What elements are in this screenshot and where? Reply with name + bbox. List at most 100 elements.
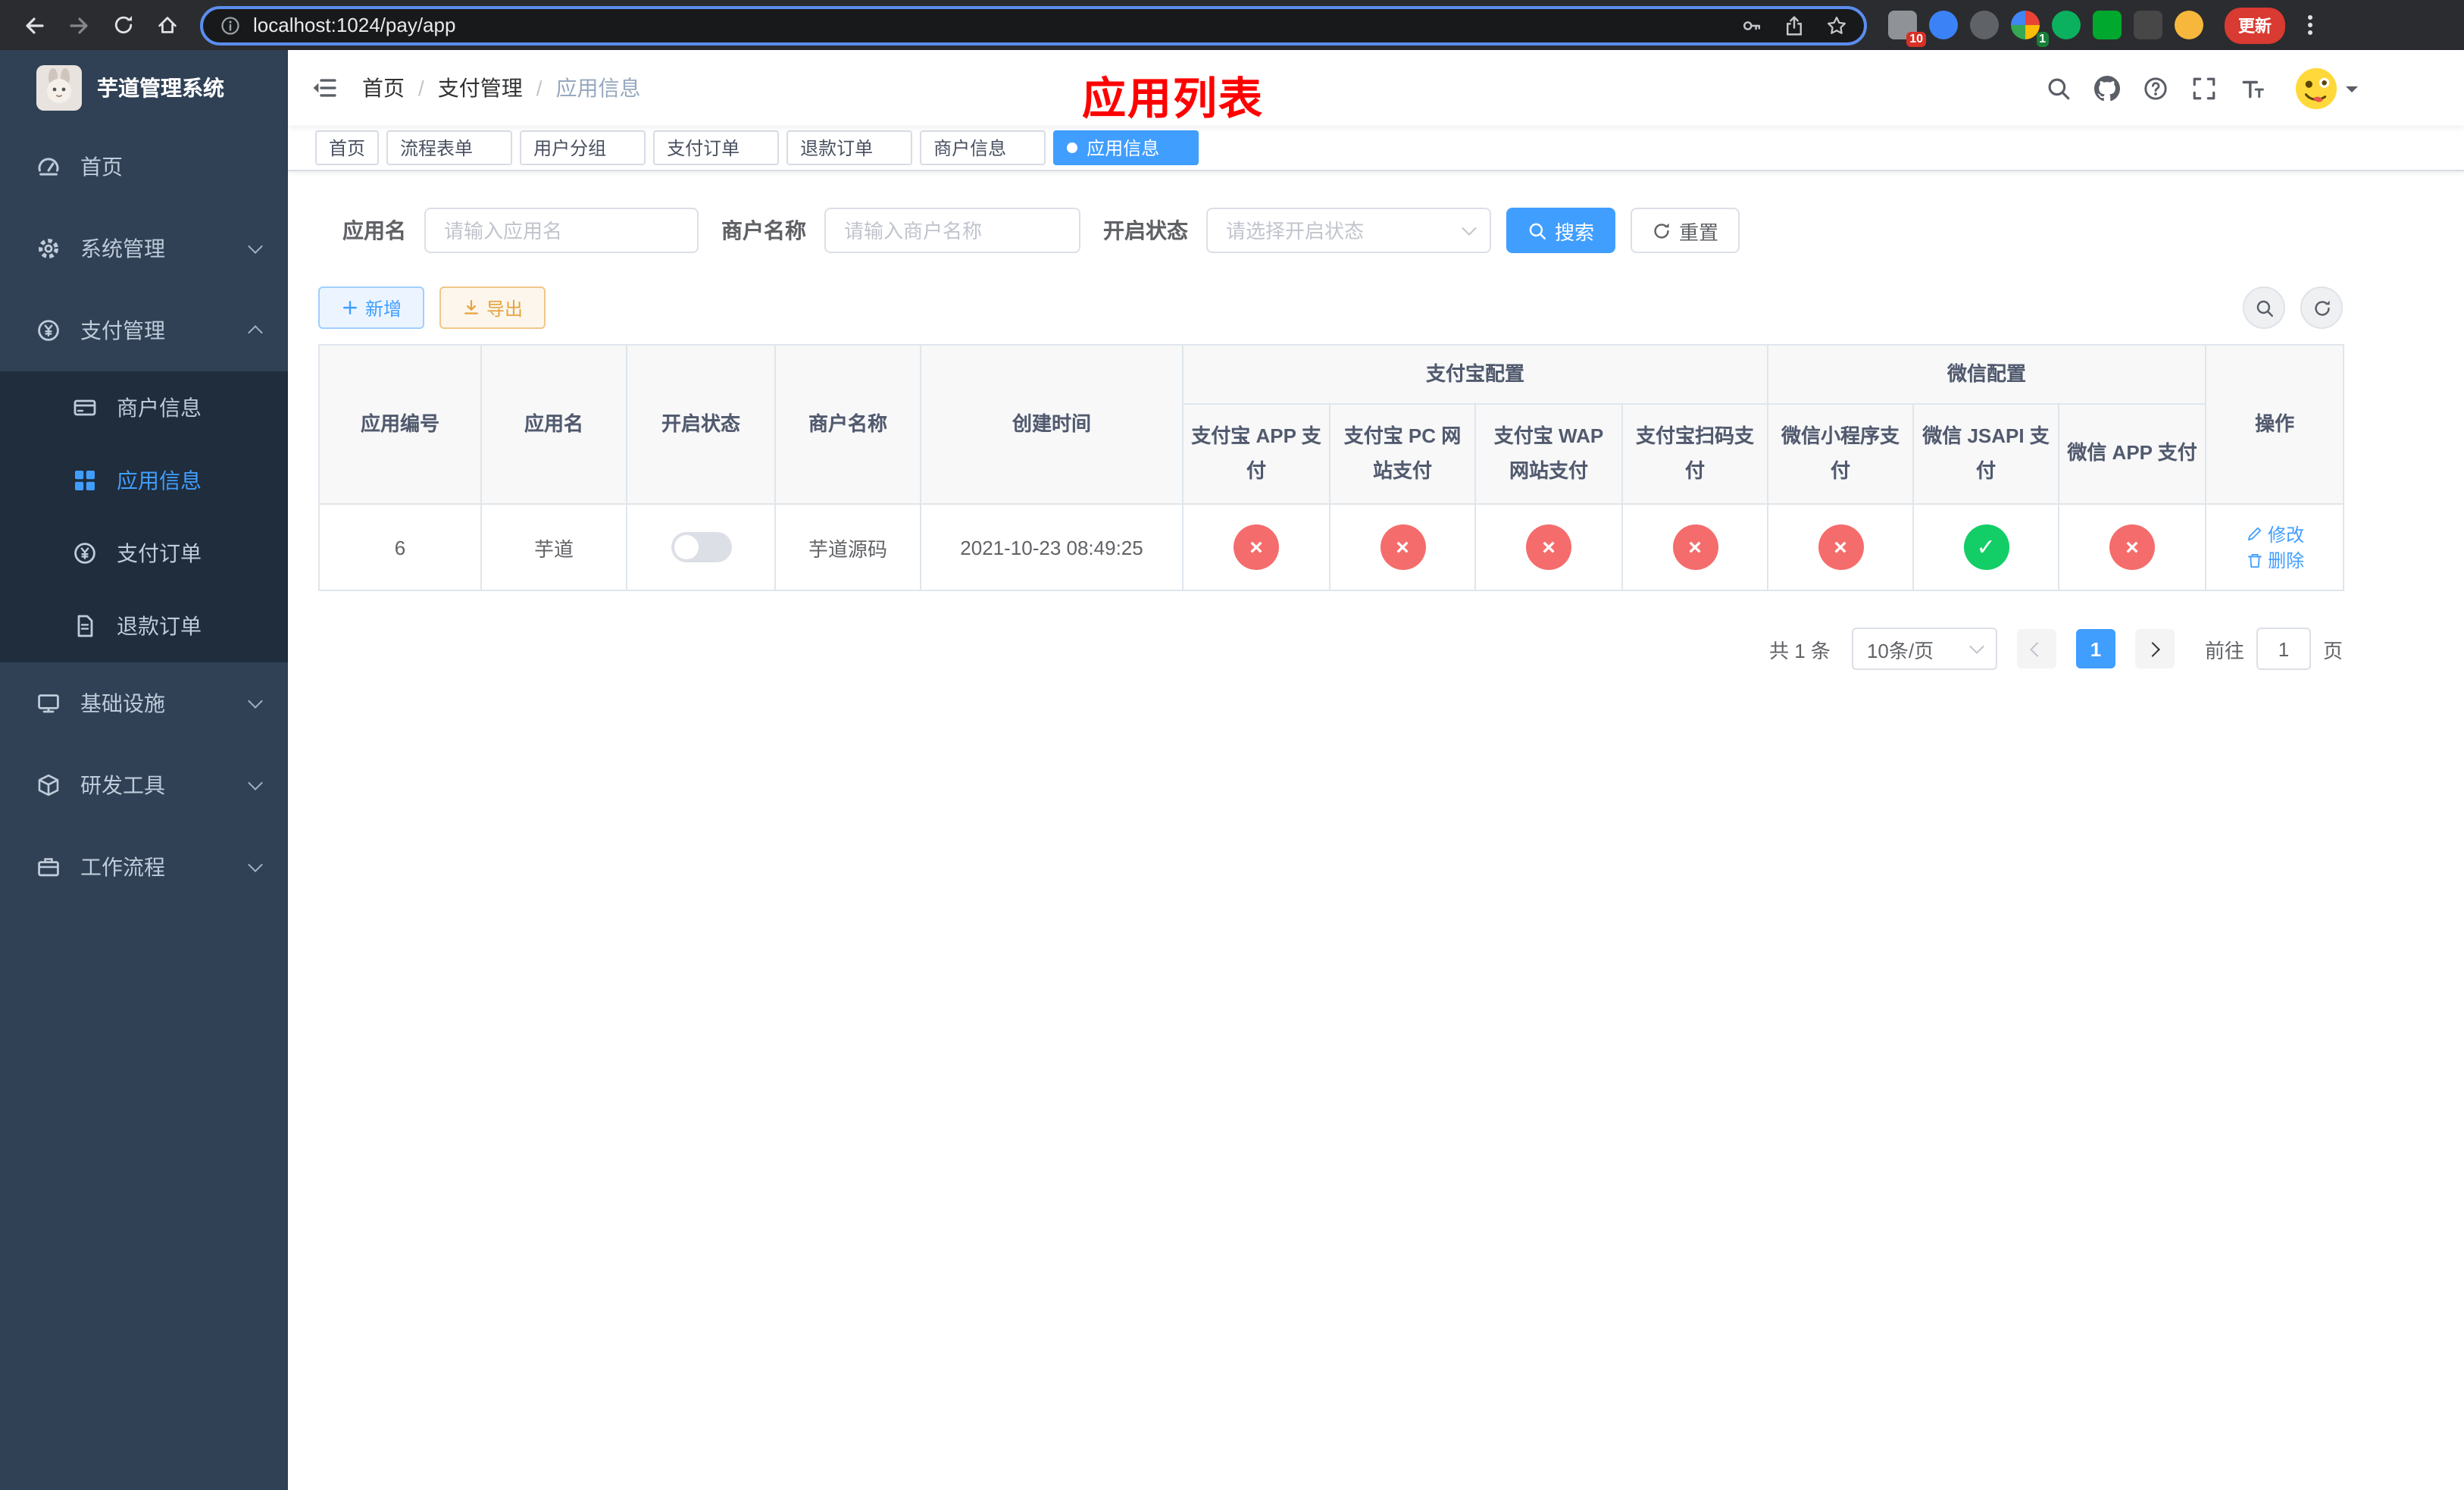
cell-app-name: 芋道 [480, 503, 627, 591]
browser-profile-avatar[interactable] [2175, 11, 2203, 39]
tab-pay-order[interactable]: 支付订单 [653, 130, 780, 165]
tab-user-group[interactable]: 用户分组 [520, 130, 646, 165]
add-button[interactable]: 新增 [318, 286, 425, 329]
password-key-icon[interactable] [1741, 14, 1762, 36]
extension-icon[interactable] [2134, 11, 2162, 39]
url-text: localhost:1024/pay/app [253, 14, 456, 36]
page-size-select[interactable]: 10条/页 [1851, 628, 1997, 670]
tab-close-icon[interactable] [1012, 138, 1032, 158]
browser-reload-button[interactable] [103, 5, 142, 45]
next-page-button[interactable] [2134, 629, 2175, 668]
app-name-field-group: 应用名 [342, 208, 699, 253]
sidebar-item-pay-order[interactable]: 支付订单 [0, 517, 288, 590]
extension-icon[interactable] [1929, 11, 1958, 39]
browser-home-button[interactable] [147, 5, 186, 45]
sidebar-logo[interactable]: 芋道管理系统 [0, 50, 288, 126]
extension-icon[interactable] [2093, 11, 2122, 39]
font-size-button[interactable] [2240, 75, 2265, 101]
cell-wx-mini: × [1767, 503, 1915, 591]
sidebar-item-system[interactable]: 系统管理 [0, 208, 288, 290]
goto-page-input[interactable] [2256, 628, 2311, 670]
bookmark-star-icon[interactable] [1826, 14, 1847, 36]
sidebar-item-home[interactable]: 首页 [0, 126, 288, 208]
table-toolbar: 新增 导出 [318, 286, 2343, 329]
github-link[interactable] [2094, 75, 2120, 101]
sidebar-item-app-info[interactable]: 应用信息 [0, 444, 288, 517]
export-button[interactable]: 导出 [439, 286, 546, 329]
user-avatar-menu[interactable] [2294, 66, 2358, 110]
extension-icon[interactable]: 10 [1888, 11, 1926, 47]
refresh-table-button[interactable] [2300, 286, 2343, 329]
help-button[interactable] [2143, 75, 2169, 101]
col-app-id: 应用编号 [318, 344, 482, 505]
sidebar-item-label: 支付管理 [80, 318, 165, 343]
tab-label: 退款订单 [800, 138, 874, 159]
tags-view-bar: 首页 流程表单 用户分组 支付订单 退款订单 商户信息 应用信息 [288, 126, 2464, 171]
tab-home[interactable]: 首页 [315, 130, 380, 165]
tab-close-icon[interactable] [1165, 138, 1185, 158]
tab-close-icon[interactable] [612, 138, 632, 158]
browser-update-button[interactable]: 更新 [2225, 7, 2285, 43]
document-icon [73, 614, 97, 638]
sidebar-item-payment[interactable]: 支付管理 [0, 290, 288, 371]
prev-page-button[interactable] [2016, 629, 2056, 668]
tab-label: 首页 [329, 138, 366, 159]
sidebar-item-devtools[interactable]: 研发工具 [0, 744, 288, 826]
delete-link[interactable]: 删除 [2245, 547, 2304, 573]
table-toolbar-right [2243, 286, 2343, 329]
edit-label: 修改 [2268, 524, 2305, 545]
fullscreen-button[interactable] [2191, 75, 2217, 101]
tab-label: 用户分组 [533, 138, 607, 159]
gear-icon [36, 236, 61, 261]
briefcase-icon [36, 855, 61, 879]
total-count: 共 1 条 [1769, 639, 1831, 662]
export-button-label: 导出 [486, 298, 524, 319]
sidebar-fold-button[interactable] [311, 74, 338, 102]
chevron-down-icon [248, 775, 263, 790]
share-icon[interactable] [1784, 14, 1805, 36]
status-toggle[interactable] [671, 532, 731, 562]
tab-app-info[interactable]: 应用信息 [1053, 130, 1199, 165]
tab-close-icon[interactable] [479, 138, 499, 158]
browser-forward-button[interactable] [59, 5, 98, 45]
page-1-button[interactable]: 1 [2075, 629, 2115, 668]
url-bar[interactable]: localhost:1024/pay/app [200, 5, 1867, 45]
breadcrumb-home[interactable]: 首页 [362, 73, 405, 103]
breadcrumb: 首页 支付管理 应用信息 [362, 73, 641, 103]
merchant-name-input[interactable] [824, 208, 1080, 253]
app-name-input[interactable] [424, 208, 699, 253]
search-icon [1527, 221, 1547, 240]
extension-icon[interactable] [1970, 11, 1999, 39]
browser-menu-icon[interactable] [2302, 9, 2319, 41]
app-title: 芋道管理系统 [97, 76, 224, 100]
sidebar-item-refund-order[interactable]: 退款订单 [0, 590, 288, 662]
edit-link[interactable]: 修改 [2245, 521, 2304, 546]
sidebar-item-workflow[interactable]: 工作流程 [0, 826, 288, 908]
cell-merchant: 芋道源码 [774, 503, 921, 591]
payment-config-status-icon: × [1234, 524, 1279, 570]
tab-process-form[interactable]: 流程表单 [386, 130, 513, 165]
extension-icon[interactable] [2052, 11, 2081, 39]
site-info-icon[interactable] [220, 14, 241, 36]
tab-close-icon[interactable] [746, 138, 765, 158]
tab-close-icon[interactable] [879, 138, 899, 158]
status-select[interactable] [1206, 208, 1491, 253]
tab-refund-order[interactable]: 退款订单 [786, 130, 913, 165]
tab-merchant-info[interactable]: 商户信息 [920, 130, 1046, 165]
status-select-input[interactable] [1206, 208, 1491, 253]
cell-status [626, 503, 776, 591]
header-search-button[interactable] [2046, 75, 2072, 101]
sidebar-item-infrastructure[interactable]: 基础设施 [0, 662, 288, 744]
sidebar-item-merchant-info[interactable]: 商户信息 [0, 371, 288, 444]
refresh-icon [2312, 298, 2331, 318]
cell-alipay-pc: × [1329, 503, 1476, 591]
delete-label: 删除 [2268, 550, 2305, 571]
toggle-search-button[interactable] [2243, 286, 2285, 329]
avatar [2294, 66, 2338, 110]
browser-back-button[interactable] [15, 5, 55, 45]
breadcrumb-payment[interactable]: 支付管理 [405, 73, 523, 103]
extension-icon[interactable]: 1 [2011, 11, 2049, 47]
cell-created: 2021-10-23 08:49:25 [920, 503, 1184, 591]
reset-button[interactable]: 重置 [1631, 208, 1740, 253]
search-button[interactable]: 搜索 [1506, 208, 1616, 253]
